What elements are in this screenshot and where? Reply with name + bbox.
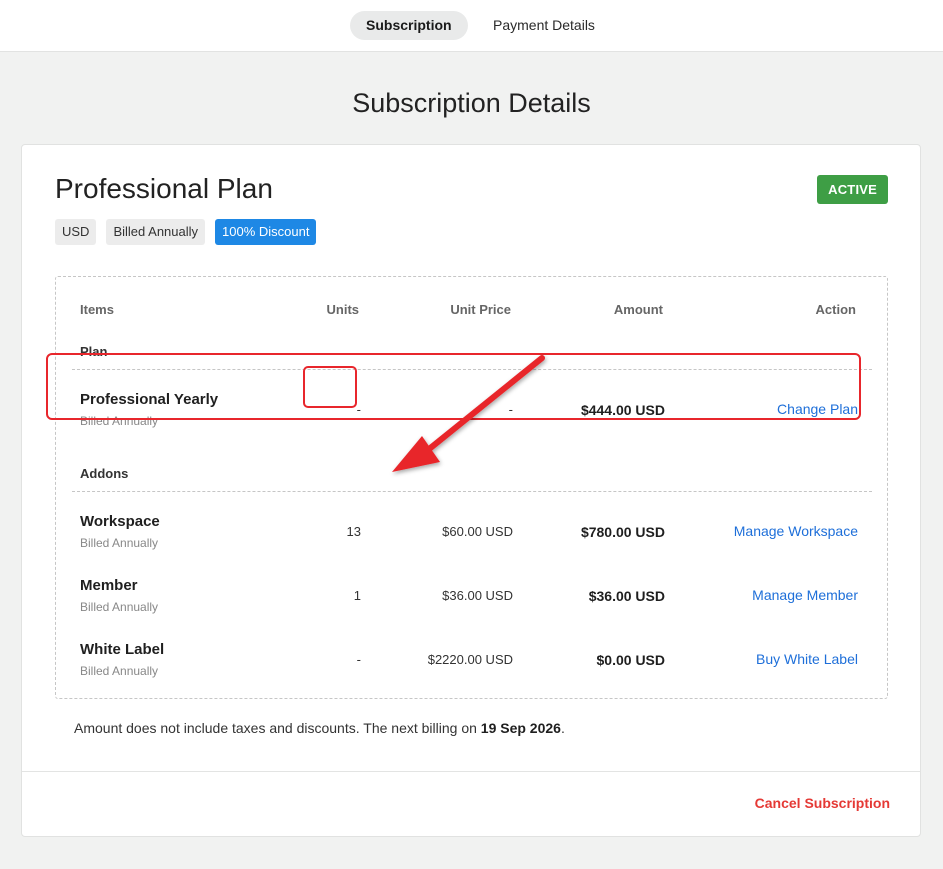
annotation-highlight-row	[46, 353, 861, 420]
header-units: Units	[326, 302, 360, 317]
cancel-subscription-button[interactable]: Cancel Subscription	[755, 795, 890, 811]
annotation-highlight-units	[303, 366, 357, 408]
billing-cycle-tag: Billed Annually	[106, 219, 206, 245]
currency-tag: USD	[55, 219, 97, 245]
table-row: White Label Billed Annually - $2220.00 U…	[56, 641, 889, 701]
item-units: 1	[353, 588, 361, 603]
item-units: 13	[346, 524, 361, 539]
header-unit-price: Unit Price	[450, 302, 511, 317]
next-billing-date: 19 Sep 2026	[480, 720, 561, 736]
plan-name: Professional Plan	[55, 173, 273, 204]
item-name: Workspace	[80, 513, 160, 530]
item-unit-price: $60.00 USD	[442, 524, 513, 539]
footnote-text: Amount does not include taxes and discou…	[74, 720, 481, 736]
discount-tag: 100% Discount	[215, 219, 317, 245]
subscription-card: Professional Plan ACTIVE USD Billed Annu…	[21, 144, 921, 837]
items-table: Items Units Unit Price Amount Action Pla…	[55, 276, 888, 699]
table-row: Member Billed Annually 1 $36.00 USD $36.…	[56, 577, 889, 637]
divider	[72, 491, 872, 492]
item-amount: $0.00 USD	[596, 652, 665, 668]
section-addons: Addons	[80, 466, 129, 481]
tab-payment-details[interactable]: Payment Details	[477, 11, 611, 40]
footnote-end: .	[560, 720, 565, 736]
item-amount: $36.00 USD	[588, 588, 665, 604]
item-unit-price: $36.00 USD	[442, 588, 513, 603]
plan-tags: USD Billed Annually 100% Discount	[55, 219, 317, 245]
header-action: Action	[815, 302, 856, 317]
item-units: -	[356, 652, 361, 667]
page-title: Subscription Details	[352, 88, 591, 118]
status-badge: ACTIVE	[817, 175, 888, 204]
item-name: Member	[80, 577, 138, 594]
divider	[22, 771, 920, 772]
buy-white-label-link[interactable]: Buy White Label	[756, 651, 858, 667]
manage-member-link[interactable]: Manage Member	[752, 587, 858, 603]
header-amount: Amount	[613, 302, 663, 317]
manage-workspace-link[interactable]: Manage Workspace	[734, 523, 858, 539]
item-billing: Billed Annually	[80, 600, 159, 614]
item-billing: Billed Annually	[80, 536, 159, 550]
top-tab-bar: Subscription Payment Details	[0, 0, 943, 52]
item-amount: $780.00 USD	[580, 524, 665, 540]
item-unit-price: $2220.00 USD	[427, 652, 513, 667]
table-row: Workspace Billed Annually 13 $60.00 USD …	[56, 513, 889, 573]
billing-footnote: Amount does not include taxes and discou…	[74, 720, 565, 736]
tab-subscription[interactable]: Subscription	[350, 11, 468, 40]
header-items: Items	[80, 302, 114, 317]
item-billing: Billed Annually	[80, 664, 159, 678]
item-name: White Label	[80, 641, 165, 658]
